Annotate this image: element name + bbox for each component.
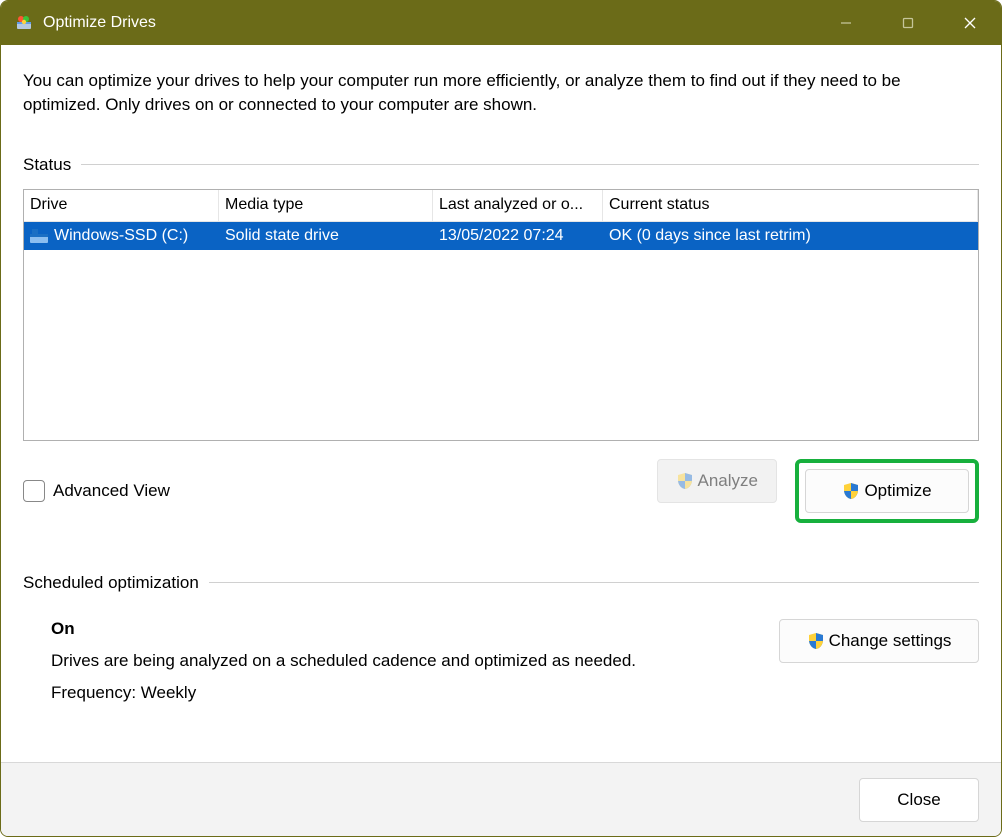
maximize-button[interactable] [877, 1, 939, 45]
scheduled-status: On [51, 619, 759, 639]
drive-name: Windows-SSD (C:) [54, 227, 188, 245]
advanced-view-label: Advanced View [53, 481, 170, 501]
analyze-button: Analyze [657, 459, 777, 503]
drive-media-type: Solid state drive [219, 222, 433, 250]
intro-text: You can optimize your drives to help you… [23, 69, 979, 117]
scheduled-frequency: Frequency: Weekly [51, 683, 759, 703]
divider [209, 582, 979, 583]
minimize-button[interactable] [815, 1, 877, 45]
divider [81, 164, 979, 165]
change-settings-button[interactable]: Change settings [779, 619, 979, 663]
drive-current-status: OK (0 days since last retrim) [603, 222, 978, 250]
close-window-button[interactable] [939, 1, 1001, 45]
optimize-button[interactable]: Optimize [805, 469, 969, 513]
drive-list[interactable]: Drive Media type Last analyzed or o... C… [23, 189, 979, 441]
optimize-drives-window: Optimize Drives You can optimize your dr… [0, 0, 1002, 837]
analyze-label: Analyze [698, 471, 758, 491]
drive-icon [30, 229, 48, 243]
drive-row[interactable]: Windows-SSD (C:) Solid state drive 13/05… [24, 222, 978, 250]
scheduled-description: Drives are being analyzed on a scheduled… [51, 651, 759, 671]
app-icon [15, 14, 33, 32]
col-last-analyzed[interactable]: Last analyzed or o... [433, 190, 603, 221]
close-button[interactable]: Close [859, 778, 979, 822]
change-settings-label: Change settings [829, 631, 952, 651]
col-current-status[interactable]: Current status [603, 190, 978, 221]
col-media-type[interactable]: Media type [219, 190, 433, 221]
advanced-view-checkbox[interactable]: Advanced View [23, 480, 170, 502]
checkbox-box[interactable] [23, 480, 45, 502]
window-title: Optimize Drives [43, 14, 156, 32]
window-controls [815, 1, 1001, 45]
shield-icon [676, 472, 694, 490]
titlebar[interactable]: Optimize Drives [1, 1, 1001, 45]
drive-last-analyzed: 13/05/2022 07:24 [433, 222, 603, 250]
col-drive[interactable]: Drive [24, 190, 219, 221]
footer: Close [1, 762, 1001, 836]
optimize-highlight: Optimize [795, 459, 979, 523]
shield-icon [842, 482, 860, 500]
status-heading: Status [23, 155, 979, 175]
scheduled-heading-label: Scheduled optimization [23, 573, 199, 593]
shield-icon [807, 632, 825, 650]
close-label: Close [897, 790, 940, 810]
scheduled-heading: Scheduled optimization [23, 573, 979, 593]
drive-list-header: Drive Media type Last analyzed or o... C… [24, 190, 978, 222]
optimize-label: Optimize [864, 481, 931, 501]
status-heading-label: Status [23, 155, 71, 175]
